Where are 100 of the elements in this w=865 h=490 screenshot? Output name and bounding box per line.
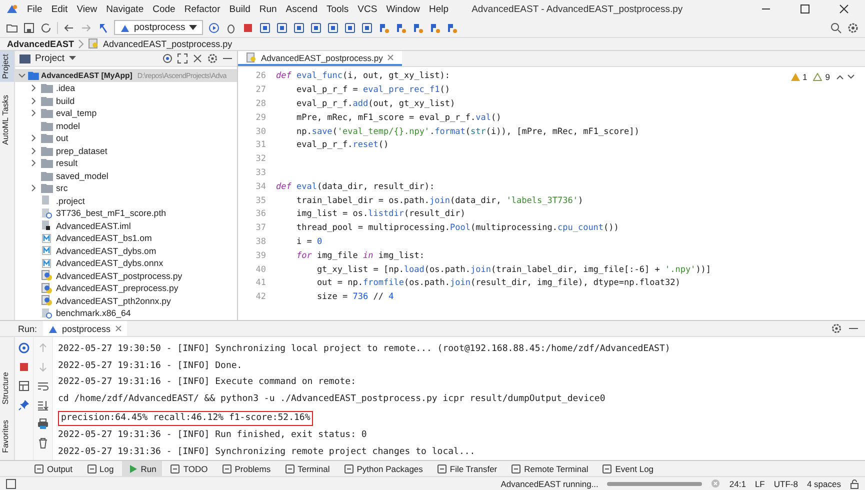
tool-window-tab[interactable]: Problems [216, 461, 277, 476]
menu-item[interactable]: Tools [326, 4, 349, 15]
menu-item[interactable]: Refactor [184, 4, 220, 15]
chevron-right-icon[interactable] [30, 134, 38, 142]
settings-icon[interactable] [831, 323, 842, 334]
caret-position[interactable]: 24:1 [729, 478, 746, 489]
tree-item[interactable]: .project [15, 194, 237, 207]
chevron-right-icon[interactable] [30, 184, 38, 192]
menu-item[interactable]: Ascend [286, 4, 318, 15]
target-icon[interactable] [162, 53, 173, 64]
side-tab[interactable]: Structure [0, 368, 14, 408]
menu-item[interactable]: View [76, 4, 98, 15]
chevron-right-icon[interactable] [30, 96, 38, 105]
settings-icon[interactable] [847, 22, 859, 34]
lock-icon[interactable] [850, 478, 859, 489]
tool-window-tab[interactable]: TODO [164, 461, 214, 476]
tool-window-tab[interactable]: File Transfer [430, 461, 504, 476]
panel-toggle-icon[interactable] [6, 478, 16, 489]
maximize-icon[interactable] [800, 4, 810, 14]
tree-item[interactable]: AdvancedEAST_preprocess.py [15, 282, 237, 294]
chevron-down-icon[interactable] [18, 72, 26, 80]
expand-icon[interactable] [177, 53, 188, 64]
tool-window-tab[interactable]: Python Packages [338, 461, 429, 476]
tree-item[interactable]: AdvancedEAST_dybs.om [15, 244, 237, 257]
chevron-right-icon[interactable] [30, 84, 38, 92]
chevron-down-icon[interactable] [847, 74, 855, 80]
menu-item[interactable]: Help [429, 4, 449, 15]
side-tab[interactable]: AutoML Tasks [0, 92, 14, 148]
tree-item[interactable]: build [15, 94, 237, 107]
back-arrow-icon[interactable] [63, 22, 75, 34]
stop-icon[interactable] [242, 22, 254, 34]
indent-setting[interactable]: 4 spaces [806, 478, 841, 489]
menu-item[interactable]: VCS [358, 4, 378, 15]
tree-item[interactable]: saved_model [15, 169, 237, 182]
tool-window-tab[interactable]: Log [80, 461, 120, 476]
side-tab[interactable]: Favorites [0, 417, 14, 456]
scroll-to-end-icon[interactable] [37, 399, 49, 412]
tree-item[interactable]: benchmark.x86_64 [15, 306, 237, 320]
tool-window-tab[interactable]: Run [122, 461, 162, 476]
tool-window-icon[interactable] [310, 22, 322, 34]
print-icon[interactable] [37, 418, 49, 430]
tree-item[interactable]: AdvancedEAST_bs1.om [15, 232, 237, 244]
chevron-right-icon[interactable] [30, 146, 38, 155]
menu-item[interactable]: Window [386, 4, 420, 15]
tree-item[interactable]: AdvancedEAST.iml [15, 219, 237, 232]
tree-item[interactable]: AdvancedEAST_postprocess.py [15, 269, 237, 282]
search-icon[interactable] [830, 22, 842, 34]
tree-item[interactable]: AdvancedEAST_dybs.onnx [15, 256, 237, 270]
tree-item[interactable]: .idea [15, 82, 237, 94]
save-icon[interactable] [23, 22, 35, 34]
close-icon[interactable] [192, 53, 203, 64]
folder-icon[interactable] [6, 22, 18, 34]
tool-window-icon[interactable] [361, 22, 374, 34]
tool-window-tab[interactable]: Remote Terminal [505, 461, 594, 476]
run-configuration-dropdown[interactable]: postprocess [114, 20, 204, 36]
line-separator[interactable]: LF [754, 478, 765, 489]
chevron-up-icon[interactable] [836, 74, 844, 80]
breadcrumb-item[interactable]: AdvancedEAST_postprocess.py [103, 38, 232, 49]
breadcrumb-item[interactable]: AdvancedEAST [7, 38, 74, 49]
tree-item[interactable]: out [15, 132, 237, 144]
soft-wrap-icon[interactable] [37, 380, 49, 392]
menu-item[interactable]: Code [152, 4, 176, 15]
tree-item[interactable]: prep_dataset [15, 144, 237, 157]
console-tab[interactable]: postprocess [43, 321, 127, 336]
tree-item[interactable]: result [15, 156, 237, 170]
layout-icon[interactable] [18, 380, 30, 392]
menu-item[interactable]: File [27, 4, 42, 15]
menu-item[interactable]: Edit [51, 4, 68, 15]
tree-item[interactable]: model [15, 119, 237, 132]
refresh-icon[interactable] [40, 22, 52, 34]
chevron-right-icon[interactable] [30, 109, 38, 118]
tool-window-icon[interactable] [276, 22, 288, 34]
tool-window-tab[interactable]: Output [28, 461, 79, 476]
settings-icon[interactable] [207, 53, 218, 64]
caret-icon[interactable] [68, 56, 76, 62]
tree-item[interactable]: 3T736_best_mF1_score.pth [15, 206, 237, 220]
side-tab[interactable]: Project [0, 51, 14, 82]
tool-window-icon[interactable] [259, 22, 272, 34]
close-icon[interactable] [839, 4, 849, 14]
menu-item[interactable]: Build [229, 4, 250, 15]
tree-item[interactable]: AdvancedEAST_pth2onnx.py [15, 294, 237, 307]
tool-window-icon[interactable] [293, 22, 306, 34]
tool-window-tab[interactable]: Event Log [596, 461, 660, 476]
tree-item[interactable]: eval_temp [15, 106, 237, 120]
task-status[interactable]: AdvancedEAST running... [500, 478, 598, 489]
chevron-right-icon[interactable] [30, 159, 38, 168]
tool-window-icon[interactable] [344, 22, 356, 34]
tool-window-tab[interactable]: Terminal [278, 461, 336, 476]
menu-item[interactable]: Run [259, 4, 277, 15]
file-encoding[interactable]: UTF-8 [774, 478, 798, 489]
trash-icon[interactable] [37, 437, 49, 450]
panel-title[interactable]: Project [35, 53, 65, 64]
editor-tab[interactable]: AdvancedEAST_postprocess.py [238, 51, 402, 66]
warning-icon[interactable] [813, 73, 822, 82]
stop-icon[interactable] [18, 361, 30, 374]
rerun-icon[interactable] [18, 342, 30, 354]
run-icon[interactable] [208, 22, 220, 34]
tool-window-icon[interactable] [327, 22, 340, 34]
tree-item[interactable]: src [15, 182, 237, 194]
pin-icon[interactable] [18, 399, 30, 412]
